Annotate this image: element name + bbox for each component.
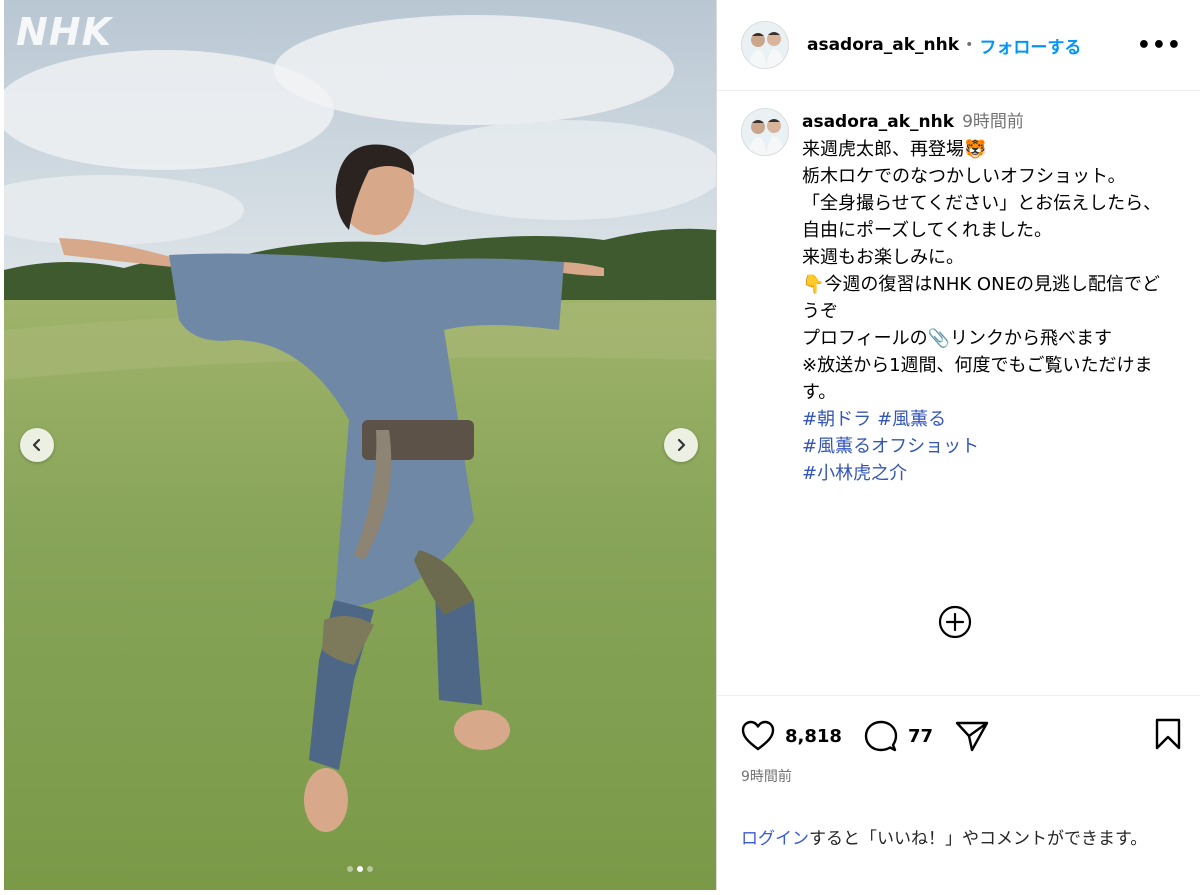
caption-timestamp: 9時間前 (962, 112, 1024, 132)
avatar[interactable] (741, 21, 789, 69)
comment-count: 77 (907, 725, 933, 747)
post-actions-section: 8,818 77 9時間前 ログインすると「いいね！」やコメントができます。 (717, 695, 1200, 891)
caption-line: 来週もお楽しみに。 (802, 247, 964, 268)
carousel-dot (347, 866, 353, 872)
caption-body: asadora_ak_nhk 9時間前 来週虎太郎、再登場🐯 栃木ロケでのなつかし… (802, 108, 1172, 487)
heart-icon (741, 720, 775, 751)
carousel-dot-active (357, 866, 363, 872)
chevron-right-icon (677, 438, 686, 452)
header-username[interactable]: asadora_ak_nhk (807, 35, 959, 55)
follow-button[interactable]: フォローする (979, 33, 1081, 58)
caption-line: ※放送から1週間、何度でもご覧いただけます。 (802, 355, 1153, 403)
like-button[interactable] (741, 720, 775, 752)
caption-line: 「全身撮らせてください」とお伝えしたら、自由にポーズしてくれました。 (802, 193, 1162, 241)
load-more-comments-button[interactable] (937, 604, 973, 640)
separator-dot: • (965, 37, 974, 53)
comment-icon (864, 720, 898, 752)
next-image-button[interactable] (664, 428, 698, 462)
caption: asadora_ak_nhk 9時間前 来週虎太郎、再登場🐯 栃木ロケでのなつかし… (717, 92, 1200, 487)
login-prompt-text: すると「いいね！」やコメントができます。 (809, 829, 1148, 849)
login-link[interactable]: ログイン (741, 829, 809, 849)
carousel-indicator (4, 866, 716, 872)
carousel-dot (367, 866, 373, 872)
hashtag-link[interactable]: #小林虎之介 (802, 463, 907, 484)
post-header: asadora_ak_nhk • フォローする ••• (717, 0, 1200, 91)
hashtag-link[interactable]: #風薫る (877, 409, 946, 430)
paper-plane-icon (955, 721, 989, 752)
caption-line: 栃木ロケでのなつかしいオフショット。 (802, 166, 1126, 187)
avatar[interactable] (741, 108, 789, 156)
save-button[interactable] (1154, 718, 1182, 754)
chevron-left-icon (32, 438, 41, 452)
profile-picture (742, 22, 788, 68)
nhk-watermark: NHK (16, 10, 113, 54)
hashtag-link[interactable]: #風薫るオフショット (802, 436, 979, 457)
hashtag-link[interactable]: #朝ドラ (802, 409, 871, 430)
profile-picture (742, 109, 788, 155)
login-prompt: ログインすると「いいね！」やコメントができます。 (717, 786, 1200, 852)
like-count[interactable]: 8,818 (785, 726, 842, 747)
post-timestamp: 9時間前 (741, 769, 792, 785)
more-options-icon[interactable]: ••• (1137, 33, 1182, 58)
bookmark-icon (1155, 718, 1181, 750)
caption-section: asadora_ak_nhk 9時間前 来週虎太郎、再登場🐯 栃木ロケでのなつかし… (717, 92, 1200, 694)
comment-button[interactable] (864, 719, 898, 753)
post-media: NHK (4, 0, 716, 890)
action-bar: 8,818 77 (717, 696, 1200, 754)
plus-circle-icon (938, 605, 972, 639)
previous-image-button[interactable] (20, 428, 54, 462)
caption-line: 来週虎太郎、再登場🐯 (802, 139, 987, 160)
post-photo (4, 0, 716, 890)
caption-line: 👇今週の復習はNHK ONEの見逃し配信でどうぞ (802, 274, 1160, 322)
caption-username[interactable]: asadora_ak_nhk (802, 112, 954, 132)
post-side-panel: asadora_ak_nhk • フォローする ••• asadora_ak_n… (716, 0, 1200, 890)
caption-line: プロフィールの📎リンクから飛べます (802, 328, 1113, 349)
share-button[interactable] (955, 720, 989, 752)
